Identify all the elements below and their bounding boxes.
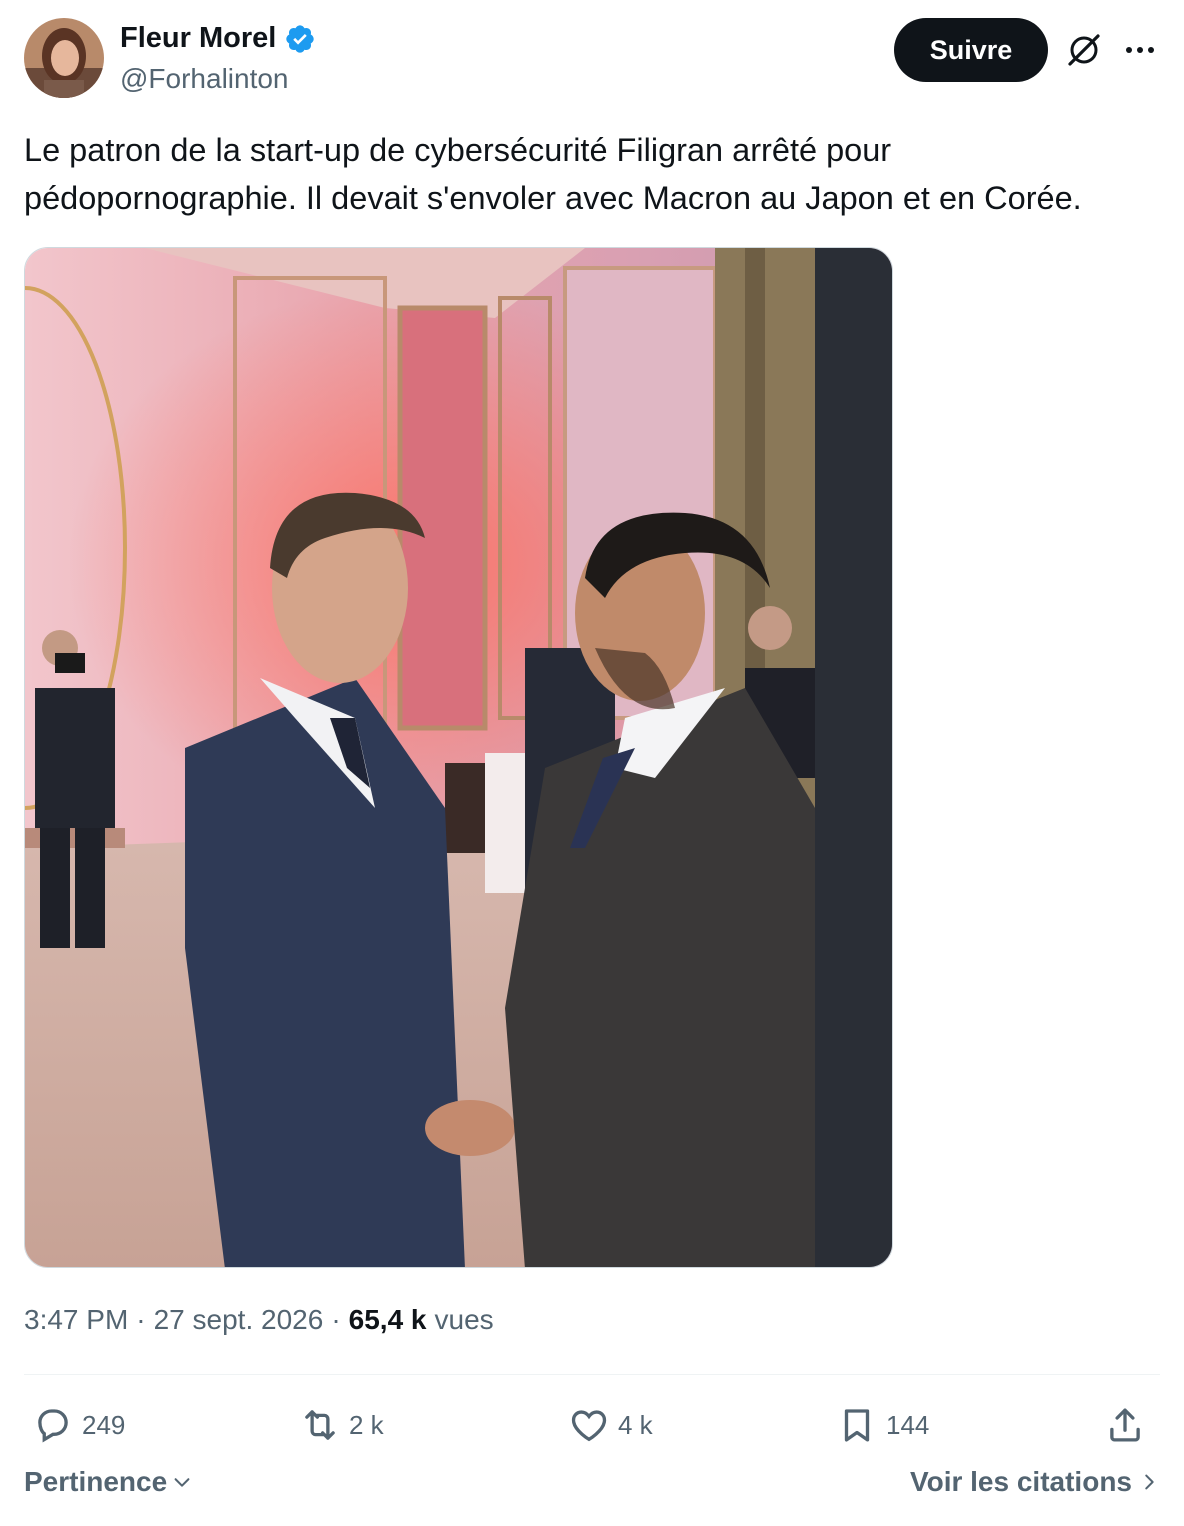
avatar[interactable] [24,18,104,98]
bookmark-icon [844,1409,870,1442]
views-count: 65,4 k [348,1304,427,1335]
author-display-name[interactable]: Fleur Morel [120,22,276,55]
reply-button[interactable]: 249 [32,1400,125,1450]
quotes-label: Voir les citations [910,1466,1132,1497]
author-handle[interactable]: @Forhalinton [120,63,289,95]
heart-icon [571,1410,607,1442]
tweet-time[interactable]: 3:47 PM [24,1304,128,1336]
reply-icon [38,1409,68,1443]
more-dots-icon[interactable] [1120,30,1160,70]
sort-dropdown[interactable]: Pertinence [24,1466,193,1498]
sort-label: Pertinence [24,1466,168,1497]
action-bar: 249 2 k 4 k 144 [24,1400,1160,1450]
replies-toolbar: Pertinence Voir les citations [24,1466,1160,1506]
tweet-text: Le patron de la start-up de cybersécurit… [24,132,1082,216]
share-button[interactable] [1104,1400,1146,1450]
repost-icon [305,1410,335,1440]
reply-count: 249 [82,1409,126,1440]
grok-slash-icon[interactable] [1064,30,1104,70]
repost-button[interactable]: 2 k [299,1400,384,1450]
tweet-header: Fleur Morel @Forhalinton Suivre [24,18,1160,98]
like-button[interactable]: 4 k [568,1400,653,1450]
chevron-down-icon [174,1478,190,1487]
tweet-photo[interactable] [24,247,893,1268]
divider [24,1374,1160,1375]
share-icon [1110,1408,1140,1442]
verified-badge-icon[interactable] [284,23,316,55]
repost-count: 2 k [349,1409,384,1440]
tweet-date[interactable]: 27 sept. 2026 [154,1304,324,1336]
follow-button[interactable]: Suivre [894,18,1048,82]
views-label: vues [434,1304,494,1335]
chevron-right-icon [1145,1474,1154,1490]
bookmark-button[interactable]: 144 [836,1400,929,1450]
like-count: 4 k [618,1409,653,1440]
view-quotes-link[interactable]: Voir les citations [910,1466,1160,1498]
meta-separator: · [136,1304,146,1335]
tweet-meta: 3:47 PM · 27 sept. 2026 · 65,4 k vues [24,1304,494,1336]
meta-separator: · [331,1304,341,1335]
bookmark-count: 144 [886,1409,930,1440]
